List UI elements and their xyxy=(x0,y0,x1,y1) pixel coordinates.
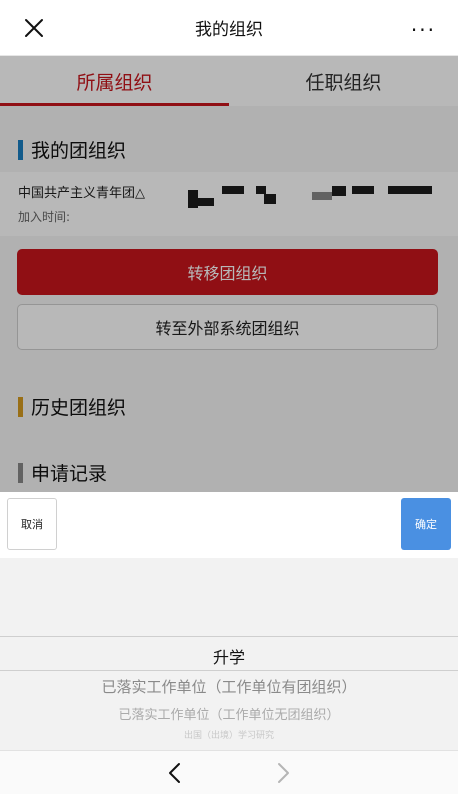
modal-overlay[interactable] xyxy=(0,56,458,496)
cancel-button[interactable]: 取消 xyxy=(7,498,57,550)
chevron-right-icon[interactable] xyxy=(273,761,293,785)
chevron-left-icon[interactable] xyxy=(165,761,185,785)
page-title: 我的组织 xyxy=(195,20,263,40)
nav-bar: 我的组织 ··· xyxy=(0,0,458,56)
more-icon[interactable]: ··· xyxy=(411,18,436,42)
selection-line-bottom xyxy=(0,670,458,671)
picker-toolbar: 取消 确定 xyxy=(0,492,458,558)
picker-option[interactable]: 已落实工作单位（工作单位无团组织） xyxy=(0,704,458,723)
picker-option-selected[interactable]: 升学 xyxy=(0,644,458,668)
picker-wheel[interactable]: 升学 已落实工作单位（工作单位有团组织） 已落实工作单位（工作单位无团组织） 出… xyxy=(0,558,458,750)
close-icon[interactable] xyxy=(22,16,46,40)
picker-sheet: 取消 确定 升学 已落实工作单位（工作单位有团组织） 已落实工作单位（工作单位无… xyxy=(0,492,458,750)
confirm-button[interactable]: 确定 xyxy=(401,498,451,550)
selection-line-top xyxy=(0,636,458,637)
browser-toolbar xyxy=(0,750,458,794)
picker-option[interactable]: 出国（出境）学习研究 xyxy=(0,728,458,741)
picker-option[interactable]: 已落实工作单位（工作单位有团组织） xyxy=(0,676,458,697)
